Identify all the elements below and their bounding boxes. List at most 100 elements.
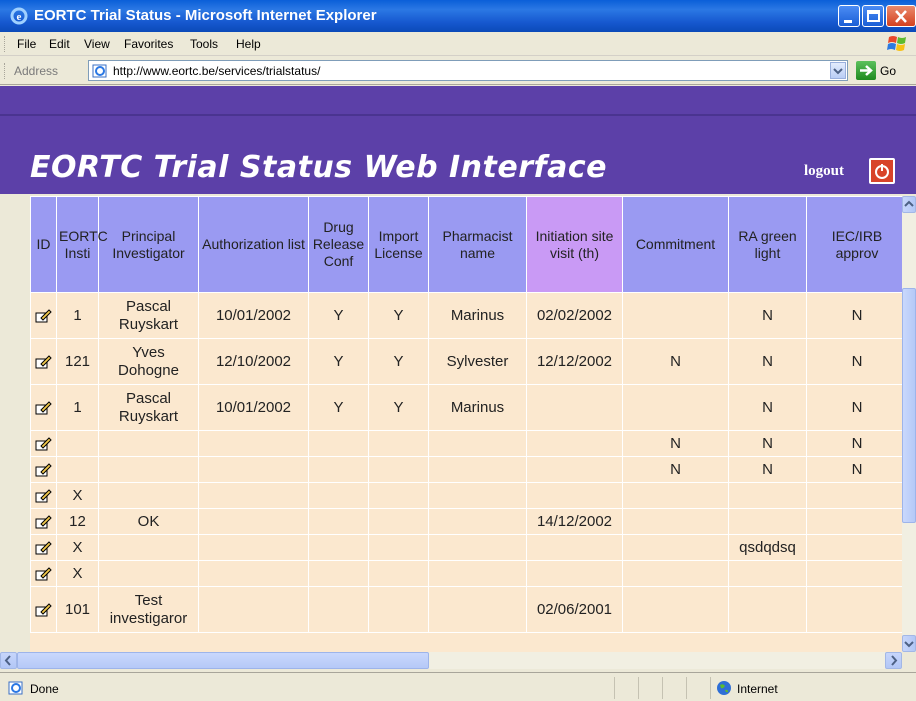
status-divider <box>662 677 663 699</box>
column-header-initiation-site-visit[interactable]: Initiation site visit (th) <box>526 196 623 293</box>
import-license-cell <box>368 482 429 509</box>
pharmacist-cell <box>428 482 527 509</box>
iec-approval-cell <box>806 482 902 509</box>
edit-cell[interactable] <box>30 456 57 483</box>
drug-release-cell: Y <box>308 292 369 339</box>
horizontal-scroll-thumb[interactable] <box>17 652 429 669</box>
column-header-commitment[interactable]: Commitment <box>622 196 729 293</box>
scroll-down-button[interactable] <box>902 635 916 652</box>
logout-link[interactable]: logout <box>804 163 844 180</box>
investigator-cell: OK <box>98 508 199 535</box>
trial-status-grid: ID EORTC Insti Principal Investigator Au… <box>30 196 902 652</box>
pharmacist-cell: Marinus <box>428 292 527 339</box>
authorization-cell: 10/01/2002 <box>198 292 309 339</box>
edit-cell[interactable] <box>30 534 57 561</box>
column-header-import-license[interactable]: Import License <box>368 196 429 293</box>
menu-favorites[interactable]: Favorites <box>124 37 173 51</box>
initiation-visit-cell <box>526 534 623 561</box>
initiation-visit-cell: 12/12/2002 <box>526 338 623 385</box>
pharmacist-cell <box>428 560 527 587</box>
column-header-pharmacist-name[interactable]: Pharmacist name <box>428 196 527 293</box>
column-header-drug-release[interactable]: Drug Release Conf <box>308 196 369 293</box>
edit-icon[interactable] <box>35 436 53 452</box>
pharmacist-cell: Sylvester <box>428 338 527 385</box>
insti-cell <box>56 456 99 483</box>
import-license-cell <box>368 534 429 561</box>
iec-approval-cell <box>806 508 902 535</box>
edit-icon[interactable] <box>35 462 53 478</box>
logout-button[interactable] <box>869 158 895 184</box>
menu-edit[interactable]: Edit <box>49 37 70 51</box>
menu-file[interactable]: File <box>17 37 36 51</box>
edit-cell[interactable] <box>30 586 57 633</box>
edit-icon[interactable] <box>35 488 53 504</box>
column-header-principal-investigator[interactable]: Principal Investigator <box>98 196 199 293</box>
drug-release-cell <box>308 482 369 509</box>
table-row: 1 Pascal Ruyskart 10/01/2002 Y Y Marinus… <box>30 292 902 339</box>
import-license-cell: Y <box>368 338 429 385</box>
minimize-button[interactable] <box>838 5 860 27</box>
scroll-left-button[interactable] <box>0 652 17 669</box>
commitment-cell <box>622 384 729 431</box>
iec-approval-cell: N <box>806 430 902 457</box>
iec-approval-cell <box>806 586 902 633</box>
chevron-right-icon <box>891 655 898 666</box>
vertical-scroll-thumb[interactable] <box>902 288 916 523</box>
commitment-cell <box>622 560 729 587</box>
edit-icon[interactable] <box>35 354 53 370</box>
edit-cell[interactable] <box>30 560 57 587</box>
address-input[interactable]: http://www.eortc.be/services/trialstatus… <box>88 60 848 81</box>
menu-view[interactable]: View <box>84 37 110 51</box>
edit-icon[interactable] <box>35 566 53 582</box>
commitment-cell <box>622 586 729 633</box>
vertical-scrollbar[interactable] <box>902 196 916 652</box>
edit-cell[interactable] <box>30 508 57 535</box>
iec-approval-cell: N <box>806 338 902 385</box>
edit-icon[interactable] <box>35 400 53 416</box>
edit-icon[interactable] <box>35 514 53 530</box>
ra-green-light-cell: qsdqdsq <box>728 534 807 561</box>
column-header-ra-green-light[interactable]: RA green light <box>728 196 807 293</box>
drug-release-cell <box>308 534 369 561</box>
status-bar: Done Internet <box>0 672 916 701</box>
investigator-cell <box>98 456 199 483</box>
ra-green-light-cell: N <box>728 338 807 385</box>
insti-cell: 1 <box>56 384 99 431</box>
page-icon <box>92 64 107 78</box>
go-label[interactable]: Go <box>880 64 896 78</box>
scroll-up-button[interactable] <box>902 196 916 213</box>
edit-icon[interactable] <box>35 540 53 556</box>
drug-release-cell: Y <box>308 384 369 431</box>
address-url: http://www.eortc.be/services/trialstatus… <box>113 64 321 78</box>
insti-cell: 12 <box>56 508 99 535</box>
chevron-down-icon <box>904 641 914 648</box>
edit-icon[interactable] <box>35 602 53 618</box>
ra-green-light-cell: N <box>728 384 807 431</box>
drug-release-cell <box>308 456 369 483</box>
column-header-iec-approval[interactable]: IEC/IRB approv <box>806 196 902 293</box>
menu-tools[interactable]: Tools <box>190 37 218 51</box>
investigator-cell: Test investigaror <box>98 586 199 633</box>
edit-cell[interactable] <box>30 338 57 385</box>
table-row: N N N <box>30 456 902 483</box>
initiation-visit-cell <box>526 560 623 587</box>
edit-cell[interactable] <box>30 292 57 339</box>
column-header-eortc-insti[interactable]: EORTC Insti <box>56 196 108 293</box>
import-license-cell <box>368 560 429 587</box>
edit-cell[interactable] <box>30 384 57 431</box>
maximize-button[interactable] <box>862 5 884 27</box>
address-dropdown-button[interactable] <box>830 62 846 79</box>
column-header-id[interactable]: ID <box>30 196 57 293</box>
close-button[interactable] <box>886 5 916 27</box>
status-divider <box>638 677 639 699</box>
table-row: 12 OK 14/12/2002 <box>30 508 902 535</box>
edit-icon[interactable] <box>35 308 53 324</box>
edit-cell[interactable] <box>30 482 57 509</box>
edit-cell[interactable] <box>30 430 57 457</box>
menu-help[interactable]: Help <box>236 37 261 51</box>
scroll-right-button[interactable] <box>885 652 902 669</box>
horizontal-scrollbar[interactable] <box>0 652 902 669</box>
column-header-authorization-list[interactable]: Authorization list <box>198 196 309 293</box>
go-button[interactable] <box>856 61 876 80</box>
import-license-cell <box>368 508 429 535</box>
